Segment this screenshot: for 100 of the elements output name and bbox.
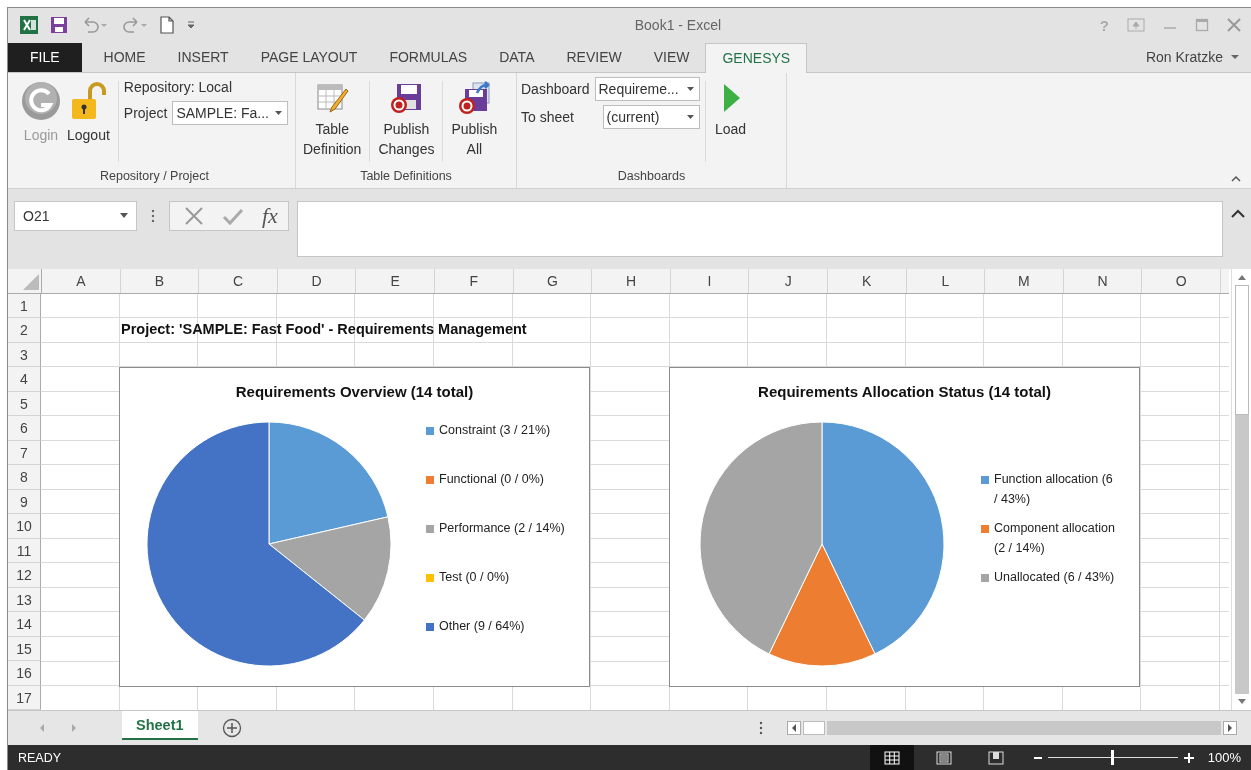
column-header[interactable]: F [434,268,514,293]
column-header[interactable]: H [592,268,671,293]
insert-function-button[interactable]: fx [262,202,278,229]
user-name[interactable]: Ron Kratzke [1145,49,1223,66]
dashboard-label: Dashboard [521,80,590,97]
column-header[interactable]: L [906,268,986,293]
row-header[interactable]: 11 [8,538,41,564]
ribbon-tab[interactable]: FORMULAS [373,42,484,72]
column-header[interactable]: B [120,268,200,293]
column-header[interactable]: N [1063,268,1143,293]
zoom-in-button[interactable] [1183,752,1194,763]
legend-label: Component allocation (2 / 14%) [994,520,1116,557]
zoom-level[interactable]: 100% [1207,750,1241,765]
save-icon[interactable] [50,16,68,35]
pie-slice[interactable] [146,421,365,667]
row-header[interactable]: 3 [8,342,41,368]
ribbon-tab[interactable]: HOME [87,42,162,72]
pie-slice[interactable] [821,421,945,654]
group-label: Repository / Project [98,167,211,185]
chart-area[interactable]: Requirements Overview (14 total) Constraint (3 / 21%) Functional (0 / 0%) Performance (2 / 14%) Test (0 / 0%) Other (9 / 64%) [119,366,590,687]
column-header[interactable]: A [42,268,121,293]
ribbon-tab[interactable]: INSERT [161,42,245,72]
row-header[interactable]: 2 [8,318,41,343]
column-header[interactable]: G [513,268,593,293]
to-sheet-dropdown[interactable]: (current) [602,104,700,129]
redo-icon[interactable] [120,16,148,35]
project-dropdown[interactable]: SAMPLE: Fa... [172,100,289,125]
column-header[interactable]: J [749,268,828,293]
column-header[interactable]: D [277,268,357,293]
ribbon-button[interactable]: Table Definition [300,76,365,161]
legend-label: Functional (0 / 0%) [439,471,544,489]
row-header[interactable]: 6 [8,416,41,441]
scroll-thumb[interactable] [803,721,825,736]
window-title: Book1 - Excel [633,17,723,34]
chart-title: Requirements Overview (14 total) [234,381,475,402]
chart-area[interactable]: Requirements Allocation Status (14 total) Function allocation (6 / 43%) Component allocation (2 / 14%) Unallocated (6 / 43%) [669,366,1140,687]
load-button[interactable]: Load [710,76,751,141]
row-header[interactable]: 7 [8,440,41,466]
more-icon[interactable] [151,208,155,223]
name-box[interactable]: O21 [14,200,137,231]
cancel-icon[interactable] [184,205,204,226]
row-header[interactable]: 15 [8,636,41,662]
formula-input[interactable] [296,200,1223,257]
ribbon-tab[interactable]: FILE [8,42,82,72]
project-label: Project [123,104,168,121]
excel-logo-icon [20,16,38,35]
row-header[interactable]: 9 [8,489,41,515]
add-sheet-icon[interactable] [221,718,242,739]
row-header[interactable]: 10 [8,514,41,539]
logout-button[interactable]: Logout [64,76,113,147]
row-header[interactable]: 8 [8,465,41,490]
legend-label: Other (9 / 64%) [439,618,525,636]
collapse-icon[interactable] [1231,208,1245,218]
legend-label: Performance (2 / 14%) [439,520,565,538]
sheet-tab[interactable]: Sheet1 [122,710,198,740]
column-header[interactable]: K [827,268,907,293]
row-header[interactable]: 14 [8,612,41,637]
column-header[interactable]: O [1142,268,1221,293]
ribbon-tab[interactable]: PAGE LAYOUT [244,42,374,72]
row-header[interactable]: 17 [8,685,41,711]
status-text: READY [18,750,62,765]
scroll-left-icon[interactable] [787,721,801,736]
ribbon-tab[interactable]: VIEW [637,42,706,72]
view-button[interactable] [869,745,914,770]
group-label: Table Definitions [359,167,453,185]
legend-label: Function allocation (6 / 43%) [994,471,1114,508]
row-header[interactable]: 1 [8,293,41,319]
close-icon[interactable] [1227,18,1241,33]
scroll-track[interactable] [827,721,1221,736]
column-header[interactable]: M [985,268,1064,293]
ribbon-button[interactable]: Publish Changes [375,76,438,161]
dashboard-dropdown[interactable]: Requireme... [594,76,700,101]
ribbon-tab[interactable]: DATA [483,42,551,72]
grid-icon [883,750,900,765]
row-header[interactable]: 16 [8,661,41,686]
column-header[interactable]: I [670,268,750,293]
pie-slice[interactable] [699,421,823,654]
new-document-icon[interactable] [160,16,174,35]
column-header[interactable]: C [199,268,278,293]
legend-label: Test (0 / 0%) [439,569,510,587]
ribbon-button[interactable]: Publish All [448,76,501,161]
ribbon-tab[interactable]: GENESYS [705,42,808,73]
row-header[interactable]: 13 [8,587,41,613]
dropdown-caret-icon [686,114,694,119]
row-header[interactable]: 5 [8,391,41,417]
pie-slice[interactable] [268,515,392,621]
scroll-right-icon[interactable] [1223,721,1237,736]
column-header[interactable]: E [356,268,435,293]
customize-caret-icon[interactable] [186,20,196,31]
row-header[interactable]: 12 [8,563,41,588]
row-header[interactable]: 4 [8,367,41,392]
pie-slice[interactable] [268,421,389,545]
ribbon-tab[interactable]: REVIEW [550,42,638,72]
caret-icon[interactable] [1231,54,1239,61]
pie-slice[interactable] [768,543,876,666]
zoom-out-button[interactable] [1033,756,1042,759]
collapse-ribbon-icon[interactable] [1231,174,1241,182]
scroll-thumb[interactable] [1234,284,1249,415]
more-icon[interactable] [759,721,763,736]
legend-label: Constraint (3 / 21%) [439,422,551,440]
